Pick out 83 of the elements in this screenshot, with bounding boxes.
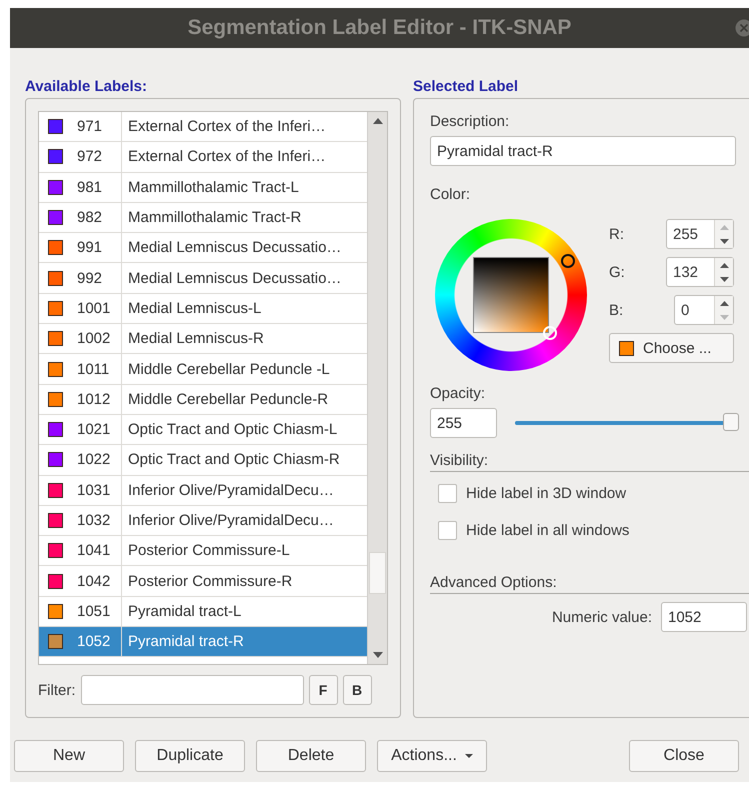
- increment-icon[interactable]: [720, 300, 728, 306]
- scroll-down-icon[interactable]: [372, 652, 382, 658]
- group-heading: Selected Label: [413, 78, 518, 95]
- label-value: 1031: [77, 482, 110, 499]
- label-row[interactable]: 1041 Posterior Commissure-L: [39, 536, 367, 566]
- channel-label: G:: [609, 264, 625, 280]
- label-value: 1022: [77, 451, 110, 468]
- choose-color-button[interactable]: Choose ...: [609, 333, 734, 363]
- label-value: 1042: [77, 572, 110, 590]
- label-row[interactable]: 982 Mammillothalamic Tract-R: [39, 202, 367, 234]
- opacity-label: Opacity:: [430, 385, 486, 402]
- scrollbar[interactable]: [367, 112, 387, 664]
- checkbox[interactable]: [438, 521, 457, 540]
- color-swatch: [619, 340, 634, 356]
- label-value: 982: [77, 209, 102, 226]
- channel-spinbox[interactable]: 0: [674, 295, 734, 325]
- dialog-button[interactable]: Close: [629, 740, 739, 772]
- channel-spinbox[interactable]: 255: [666, 219, 734, 249]
- filter-option-button[interactable]: B: [342, 675, 372, 705]
- label-value: 1011: [77, 360, 110, 378]
- decrement-icon[interactable]: [720, 276, 728, 282]
- label-value: 1041: [77, 542, 110, 560]
- dialog-button[interactable]: Delete: [256, 740, 366, 772]
- scroll-up-icon[interactable]: [372, 118, 382, 124]
- window-title: Segmentation Label Editor - ITK-SNAP: [188, 16, 572, 40]
- label-row[interactable]: 981 Mammillothalamic Tract-L: [39, 172, 367, 203]
- label-row[interactable]: 1012 Middle Cerebellar Peduncle-R: [39, 384, 367, 415]
- label-row[interactable]: 1022 Optic Tract and Optic Chiasm-R: [39, 445, 367, 476]
- caret-icon: [464, 754, 473, 758]
- color-label: Color:: [430, 186, 472, 203]
- label-row[interactable]: 1031 Inferior Olive/PyramidalDecu…: [39, 476, 367, 506]
- description-label: Description:: [430, 113, 510, 130]
- label-value: 1052: [77, 633, 110, 650]
- visibility-heading: Visibility:: [430, 452, 488, 469]
- label-value: 1021: [77, 421, 110, 438]
- close-icon[interactable]: [733, 19, 749, 37]
- label-value: 1012: [77, 390, 110, 408]
- increment-icon[interactable]: [720, 262, 728, 268]
- filter-field[interactable]: [80, 675, 304, 705]
- label-row[interactable]: 1051 Pyramidal tract-L: [39, 596, 367, 628]
- numeric-value-label: Numeric value:: [552, 608, 652, 626]
- label-value: 1051: [77, 602, 110, 620]
- numeric-value-field[interactable]: 1052: [661, 602, 747, 632]
- label-value: 971: [77, 118, 102, 136]
- label-row[interactable]: 971 External Cortex of the Inferi…: [39, 112, 367, 142]
- label-row[interactable]: 992 Medial Lemniscus Decussatio…: [39, 263, 367, 294]
- label-row[interactable]: 972 External Cortex of the Inferi…: [39, 142, 367, 173]
- label-row[interactable]: 1042 Posterior Commissure-R: [39, 566, 367, 597]
- actions-menu-button[interactable]: Actions...: [377, 740, 487, 772]
- checkbox-label: Hide label in 3D window: [466, 485, 626, 502]
- description-field[interactable]: Pyramidal tract-R: [430, 136, 736, 166]
- slider-handle[interactable]: [723, 413, 739, 431]
- channel-label: B:: [609, 302, 624, 318]
- label-value: 1002: [77, 330, 110, 348]
- label-row[interactable]: 1011 Middle Cerebellar Peduncle -L: [39, 354, 367, 385]
- label-value: 1001: [77, 300, 110, 317]
- label-value: 991: [77, 239, 102, 256]
- label-value: 992: [77, 270, 102, 287]
- scroll-thumb[interactable]: [369, 552, 386, 594]
- filter-label: Filter:: [38, 682, 76, 698]
- label-row[interactable]: 1032 Inferior Olive/PyramidalDecu…: [39, 506, 367, 536]
- group-heading: Available Labels:: [25, 78, 147, 95]
- decrement-icon[interactable]: [720, 238, 728, 244]
- channel-label: R:: [609, 226, 624, 242]
- label-value: 981: [77, 178, 102, 196]
- dialog-button[interactable]: New: [14, 740, 124, 772]
- advanced-heading: Advanced Options:: [430, 574, 557, 591]
- label-row[interactable]: 1001 Medial Lemniscus-L: [39, 294, 367, 324]
- filter-option-button[interactable]: F: [308, 675, 338, 705]
- label-row[interactable]: 991 Medial Lemniscus Decussatio…: [39, 233, 367, 264]
- checkbox-label: Hide label in all windows: [466, 522, 630, 539]
- checkbox[interactable]: [438, 484, 457, 503]
- shade-marker-icon[interactable]: [543, 326, 557, 340]
- label-value: 1032: [77, 512, 110, 529]
- opacity-field[interactable]: 255: [430, 408, 497, 438]
- label-value: 972: [77, 148, 102, 166]
- color-square[interactable]: [473, 257, 549, 333]
- channel-spinbox[interactable]: 132: [666, 257, 734, 287]
- label-row[interactable]: 1002 Medial Lemniscus-R: [39, 324, 367, 354]
- label-row[interactable]: 1021 Optic Tract and Optic Chiasm-L: [39, 414, 367, 446]
- hue-marker-icon[interactable]: [560, 254, 575, 268]
- dialog-button[interactable]: Duplicate: [135, 740, 245, 772]
- label-row[interactable]: 1052 Pyramidal tract-R: [39, 627, 367, 658]
